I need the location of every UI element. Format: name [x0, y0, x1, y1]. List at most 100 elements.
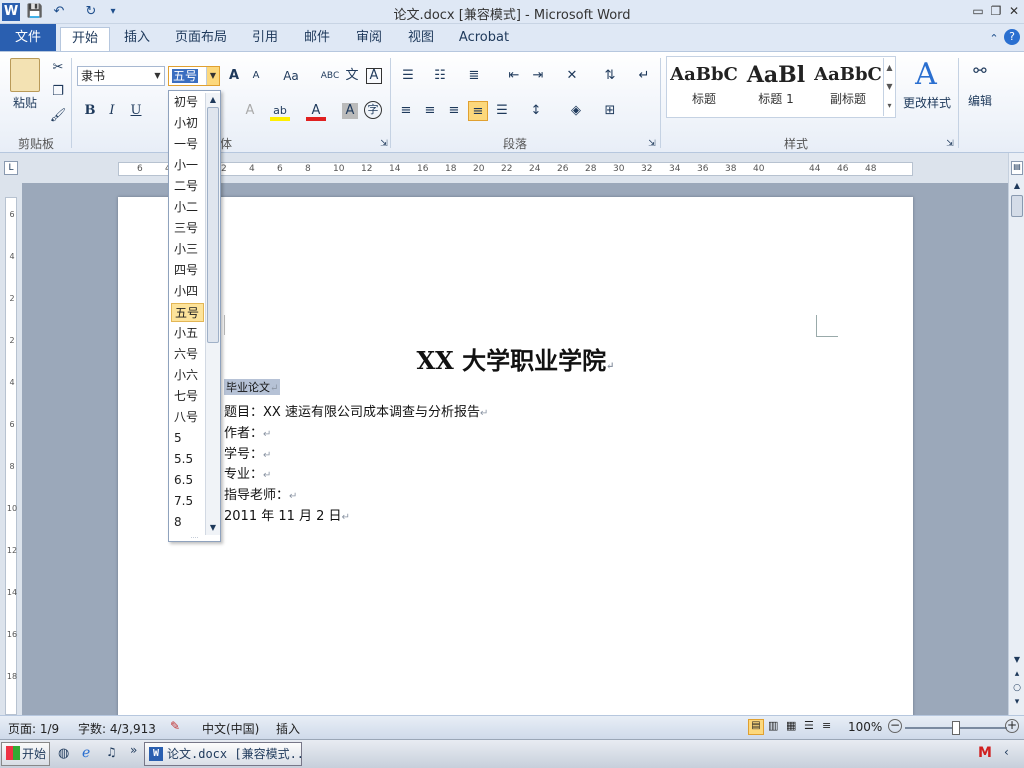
close-button[interactable]: ✕: [1006, 3, 1022, 19]
zoom-slider[interactable]: [905, 721, 1007, 735]
help-icon[interactable]: ?: [1004, 29, 1020, 45]
underline-button[interactable]: U: [126, 101, 146, 121]
font-size-option[interactable]: 六号: [171, 345, 204, 364]
horizontal-ruler[interactable]: 6422468101214161820222426283032343638404…: [118, 162, 913, 176]
start-button[interactable]: 开始: [1, 742, 50, 766]
word-count[interactable]: 字数: 4/3,913: [78, 720, 156, 737]
style-subtitle[interactable]: AaBbC 副标题: [812, 58, 884, 114]
taskbar-word-item[interactable]: W 论文.docx [兼容模式...: [144, 742, 302, 766]
gallery-scroll-icon[interactable]: ▲ ▼ ▾: [883, 58, 895, 116]
font-size-option[interactable]: 四号: [171, 261, 204, 280]
enclose-characters-icon[interactable]: 字: [364, 101, 382, 119]
tab-view[interactable]: 视图: [399, 27, 443, 51]
document-line[interactable]: 作者：↵: [224, 422, 271, 441]
tray-expand-icon[interactable]: ‹: [1004, 745, 1009, 759]
font-size-option[interactable]: 八号: [171, 408, 204, 427]
print-layout-icon[interactable]: ▤: [748, 719, 764, 735]
tab-file[interactable]: 文件: [0, 24, 56, 51]
tab-mailings[interactable]: 邮件: [295, 27, 339, 51]
document-line[interactable]: 指导老师：↵: [224, 484, 297, 503]
document-line[interactable]: 2011 年 11 月 2 日↵: [224, 505, 350, 524]
language[interactable]: 中文(中国): [202, 720, 259, 737]
previous-page-icon[interactable]: ▴: [1010, 669, 1024, 681]
font-size-dropdown[interactable]: 初号 小初 一号 小一 二号 小二 三号 小三 四号 小四 五号 小五 六号 小六 七号 八号 5 5.5 6.5 7…: [168, 90, 221, 542]
font-size-option[interactable]: 二号: [171, 177, 204, 196]
font-size-option[interactable]: 5: [171, 429, 204, 448]
draft-icon[interactable]: ≡: [822, 719, 831, 732]
distributed-icon[interactable]: ☰: [492, 101, 512, 121]
full-screen-reading-icon[interactable]: ▥: [768, 719, 778, 732]
show-marks-icon[interactable]: ↵: [634, 66, 654, 86]
font-name-combo[interactable]: 隶书 ▼: [77, 66, 165, 86]
character-border-icon[interactable]: A: [366, 68, 382, 84]
change-styles-icon[interactable]: A: [908, 58, 944, 92]
collapse-ribbon-icon[interactable]: ⌃: [985, 30, 1003, 48]
document-line[interactable]: 学号：↵: [224, 443, 271, 462]
align-right-icon[interactable]: ≡: [444, 101, 464, 121]
font-size-option[interactable]: 小初: [171, 114, 204, 133]
asian-layout-icon[interactable]: ✕: [562, 66, 582, 86]
document-page[interactable]: XX 大学职业学院↵ 毕业论文↵ 题目：XX 速运有限公司成本调查与分析报告↵ …: [118, 197, 913, 715]
tray-app-icon[interactable]: M: [976, 745, 994, 763]
scroll-up-icon[interactable]: ▲: [207, 95, 219, 105]
tab-acrobat[interactable]: Acrobat: [453, 27, 515, 51]
grow-font-icon[interactable]: A: [224, 66, 244, 86]
font-size-option[interactable]: 小五: [171, 324, 204, 343]
restore-button[interactable]: ❐: [988, 3, 1004, 19]
zoom-slider-thumb[interactable]: [952, 721, 960, 735]
editing-button-label[interactable]: 编辑: [962, 92, 998, 109]
font-size-option[interactable]: 小二: [171, 198, 204, 217]
line-spacing-icon[interactable]: ↕: [526, 101, 546, 121]
dropdown-scrollbar[interactable]: ▲ ▼: [205, 93, 220, 535]
scroll-thumb[interactable]: [1011, 195, 1023, 217]
tab-page-layout[interactable]: 页面布局: [170, 27, 232, 51]
scroll-down-icon[interactable]: ▼: [1010, 655, 1024, 665]
font-size-option[interactable]: 小四: [171, 282, 204, 301]
font-size-option[interactable]: 小六: [171, 366, 204, 385]
paste-button-label[interactable]: 粘贴: [10, 94, 40, 111]
numbering-icon[interactable]: ☷: [430, 66, 450, 86]
show-desktop-icon[interactable]: ◍: [58, 746, 69, 761]
scroll-down-icon[interactable]: ▼: [207, 523, 219, 533]
align-center-icon[interactable]: ≡: [420, 101, 440, 121]
format-painter-icon[interactable]: 🖌: [48, 106, 68, 126]
style-heading-1[interactable]: AaBl 标题 1: [740, 58, 812, 114]
font-size-option[interactable]: 小一: [171, 156, 204, 175]
view-ruler-icon[interactable]: ▤: [1011, 161, 1023, 175]
justify-icon[interactable]: ≡: [468, 101, 488, 121]
chevron-down-icon[interactable]: ▼: [206, 67, 219, 85]
vertical-ruler[interactable]: 6 4 2 2 4 6 8 10 12 14 16 18: [5, 197, 17, 715]
minimize-button[interactable]: ▭: [970, 3, 986, 19]
font-size-option[interactable]: 三号: [171, 219, 204, 238]
proofing-icon[interactable]: ✎: [170, 719, 180, 733]
italic-button[interactable]: I: [102, 101, 122, 121]
dropdown-scroll-thumb[interactable]: [207, 107, 219, 343]
highlight-icon[interactable]: ab: [270, 101, 290, 121]
page-count[interactable]: 页面: 1/9: [8, 720, 59, 737]
paragraph-dialog-launcher-icon[interactable]: ⇲: [642, 134, 662, 154]
zoom-out-icon[interactable]: −: [888, 719, 902, 733]
scroll-up-icon[interactable]: ▲: [1010, 181, 1024, 191]
tab-insert[interactable]: 插入: [115, 27, 159, 51]
vertical-scrollbar[interactable]: ▤ ▲ ▼ ▴ ○ ▾: [1008, 153, 1024, 715]
font-size-option[interactable]: 6.5: [171, 471, 204, 490]
document-line[interactable]: 题目：XX 速运有限公司成本调查与分析报告↵: [224, 401, 488, 420]
increase-indent-icon[interactable]: ⇥: [528, 66, 548, 86]
web-layout-icon[interactable]: ▦: [786, 719, 796, 732]
chevron-down-icon[interactable]: ▼: [151, 67, 164, 85]
font-dialog-launcher-icon[interactable]: ⇲: [374, 134, 394, 154]
shrink-font-icon[interactable]: A: [246, 66, 266, 86]
tab-references[interactable]: 引用: [243, 27, 287, 51]
ie-icon[interactable]: ℯ: [82, 745, 90, 761]
tab-selector-icon[interactable]: L: [4, 161, 18, 175]
copy-icon[interactable]: ❐: [48, 82, 68, 102]
change-case-icon[interactable]: Aa: [278, 66, 304, 86]
document-line[interactable]: 专业：↵: [224, 463, 271, 482]
sort-icon[interactable]: ⇅: [600, 66, 620, 86]
font-size-option[interactable]: 五号: [171, 303, 204, 322]
tab-review[interactable]: 审阅: [347, 27, 391, 51]
paragraph-shading-icon[interactable]: ◈: [566, 101, 586, 121]
font-size-option[interactable]: 8: [171, 513, 204, 532]
phonetic-guide-icon[interactable]: 文: [342, 66, 362, 86]
binoculars-icon[interactable]: ⚯: [968, 60, 992, 82]
